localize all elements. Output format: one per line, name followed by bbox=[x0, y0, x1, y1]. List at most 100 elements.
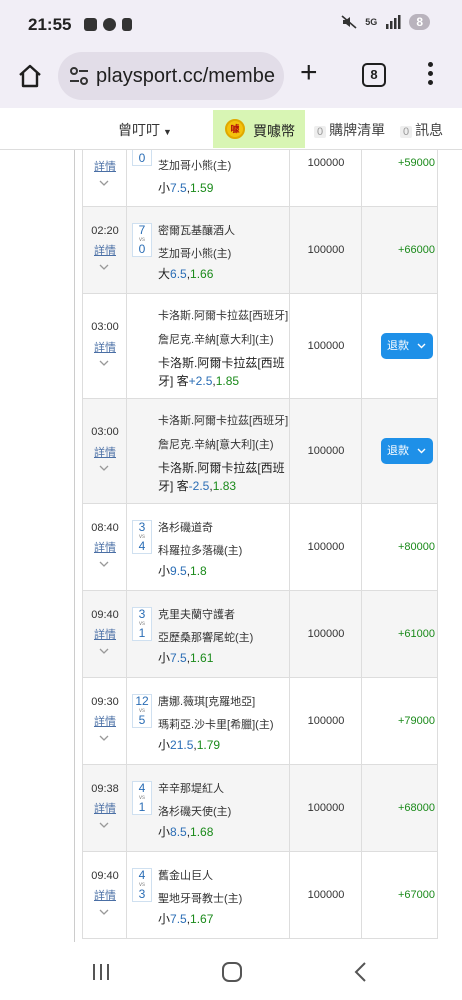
buy-coins-label: 買噱幣 bbox=[253, 123, 295, 139]
mute-icon bbox=[341, 15, 357, 29]
chevron-down-icon[interactable] bbox=[98, 908, 110, 916]
alert-notification-icon bbox=[122, 18, 132, 31]
notification-count-badge: 8 bbox=[409, 14, 430, 30]
match-cell: vs 0 芝加哥小熊(主) 小7.5,1.59 bbox=[127, 150, 290, 206]
back-icon[interactable] bbox=[352, 961, 370, 983]
win-amount: +61000 bbox=[397, 628, 435, 640]
score-home: 1 bbox=[138, 626, 146, 640]
address-bar[interactable]: playsport.cc/membe bbox=[58, 52, 284, 100]
pick-line: 6.5 bbox=[170, 267, 187, 281]
away-team: 舊金山巨人 bbox=[158, 870, 213, 882]
pick-line: 7.5 bbox=[170, 651, 187, 665]
result-cell: +68000 bbox=[362, 765, 439, 851]
table-row: 03:00 詳情 卡洛斯.阿爾卡拉茲[西班牙] 詹尼克.辛納[意大利](主) 卡… bbox=[82, 399, 438, 504]
table-row: 08:40 詳情 3 vs 4 洛杉磯道奇 科羅拉多落磯(主) 小9.5,1.8… bbox=[82, 504, 438, 591]
pick-prefix: 小 bbox=[158, 912, 171, 926]
time-cell: 03:00 詳情 bbox=[83, 399, 127, 503]
msg-count: 0 bbox=[400, 126, 413, 138]
content-area: 詳情 vs 0 芝加哥小熊(主) 小7.5,1.59 100000 +59000 bbox=[0, 150, 462, 942]
user-name: 曾叮叮 bbox=[118, 122, 160, 138]
cart-link[interactable]: 0 購牌清單 bbox=[314, 120, 385, 140]
win-amount: +67000 bbox=[397, 889, 435, 901]
user-menu[interactable]: 曾叮叮 ▼ bbox=[118, 120, 172, 140]
details-link[interactable]: 詳情 bbox=[83, 444, 127, 460]
chevron-down-icon[interactable] bbox=[98, 560, 110, 568]
messages-link[interactable]: 0 訊息 bbox=[400, 120, 443, 140]
pick-prefix: 小 bbox=[158, 564, 171, 578]
refund-button[interactable]: 退款 bbox=[381, 438, 433, 464]
away-team: 密爾瓦基釀酒人 bbox=[158, 225, 235, 237]
score-away: 4 bbox=[138, 868, 146, 882]
score-box: 3 vs 4 bbox=[132, 520, 152, 554]
bet-amount: 100000 bbox=[307, 445, 345, 457]
details-link[interactable]: 詳情 bbox=[83, 158, 127, 174]
away-team: 克里夫蘭守護者 bbox=[158, 609, 235, 621]
new-tab-button[interactable]: + bbox=[300, 58, 318, 88]
score-home: 1 bbox=[138, 800, 146, 814]
amount-cell: 100000 bbox=[290, 399, 362, 503]
screen: { "status_bar": { "time": "21:55", "netw… bbox=[0, 0, 462, 1000]
match-time: 09:38 bbox=[91, 783, 119, 795]
pick-line: +2.5 bbox=[188, 374, 213, 388]
result-cell: +61000 bbox=[362, 591, 439, 677]
pick-text: 小7.5,1.67 bbox=[158, 912, 214, 926]
details-link[interactable]: 詳情 bbox=[83, 887, 127, 903]
win-amount: +68000 bbox=[397, 802, 435, 814]
time-cell: 02:20 詳情 bbox=[83, 207, 127, 293]
details-link[interactable]: 詳情 bbox=[83, 800, 127, 816]
time-cell: 09:40 詳情 bbox=[83, 852, 127, 938]
coin-icon: 噱 bbox=[225, 119, 245, 139]
chevron-down-icon[interactable] bbox=[98, 179, 110, 187]
amount-cell: 100000 bbox=[290, 591, 362, 677]
result-cell: +67000 bbox=[362, 852, 439, 938]
status-right: 5G 8 bbox=[341, 14, 430, 30]
details-link[interactable]: 詳情 bbox=[83, 539, 127, 555]
chevron-down-icon[interactable] bbox=[98, 647, 110, 655]
chevron-down-icon[interactable] bbox=[98, 464, 110, 472]
score-away: 3 bbox=[138, 607, 146, 621]
away-team: 辛辛那堤紅人 bbox=[158, 783, 224, 795]
status-time: 21:55 bbox=[28, 15, 72, 34]
recent-apps-icon[interactable] bbox=[93, 964, 111, 980]
details-link[interactable]: 詳情 bbox=[83, 713, 127, 729]
bet-amount: 100000 bbox=[307, 541, 345, 553]
score-away: 4 bbox=[138, 781, 146, 795]
pick-text: 小7.5,1.59 bbox=[158, 181, 214, 195]
time-cell: 09:38 詳情 bbox=[83, 765, 127, 851]
details-link[interactable]: 詳情 bbox=[83, 626, 127, 642]
chevron-down-icon[interactable] bbox=[98, 821, 110, 829]
chevron-down-icon[interactable] bbox=[98, 263, 110, 271]
buy-coins-button[interactable]: 噱 買噱幣 bbox=[213, 110, 305, 148]
more-menu-icon[interactable] bbox=[428, 62, 434, 86]
score-away: 3 bbox=[138, 520, 146, 534]
score-home: 4 bbox=[138, 539, 146, 553]
refund-button[interactable]: 退款 bbox=[381, 333, 433, 359]
chevron-down-icon[interactable] bbox=[98, 359, 110, 367]
home-team: 洛杉磯天使(主) bbox=[158, 806, 232, 818]
pick-text: 小9.5,1.8 bbox=[158, 564, 207, 578]
home-button-icon[interactable] bbox=[222, 962, 242, 982]
score-box: 3 vs 1 bbox=[132, 607, 152, 641]
chevron-down-icon bbox=[417, 448, 426, 454]
table-row: 詳情 vs 0 芝加哥小熊(主) 小7.5,1.59 100000 +59000 bbox=[82, 150, 438, 207]
result-cell: 退款 bbox=[362, 399, 439, 503]
match-time: 09:40 bbox=[91, 609, 119, 621]
table-row: 09:40 詳情 4 vs 3 舊金山巨人 聖地牙哥教士(主) 小7.5,1.6… bbox=[82, 852, 438, 939]
pick-prefix: 小 bbox=[158, 651, 171, 665]
home-icon[interactable] bbox=[16, 62, 44, 90]
msg-label: 訊息 bbox=[415, 122, 444, 138]
tab-switcher-button[interactable]: 8 bbox=[362, 63, 386, 87]
details-link[interactable]: 詳情 bbox=[83, 339, 127, 355]
home-team: 瑪莉亞.沙卡里[希臘](主) bbox=[158, 719, 274, 731]
chevron-down-icon[interactable] bbox=[98, 734, 110, 742]
network-label: 5G bbox=[365, 17, 378, 27]
amount-cell: 100000 bbox=[290, 678, 362, 764]
pick-text: 卡洛斯.阿爾卡拉茲[西班牙] 客+2.5,1.85 bbox=[158, 356, 285, 388]
site-settings-icon[interactable] bbox=[68, 65, 90, 87]
amount-cell: 100000 bbox=[290, 150, 362, 206]
home-team: 科羅拉多落磯(主) bbox=[158, 545, 243, 557]
result-cell: 退款 bbox=[362, 294, 439, 398]
details-link[interactable]: 詳情 bbox=[83, 242, 127, 258]
bet-amount: 100000 bbox=[307, 340, 345, 352]
score-away: 12 bbox=[135, 694, 149, 708]
